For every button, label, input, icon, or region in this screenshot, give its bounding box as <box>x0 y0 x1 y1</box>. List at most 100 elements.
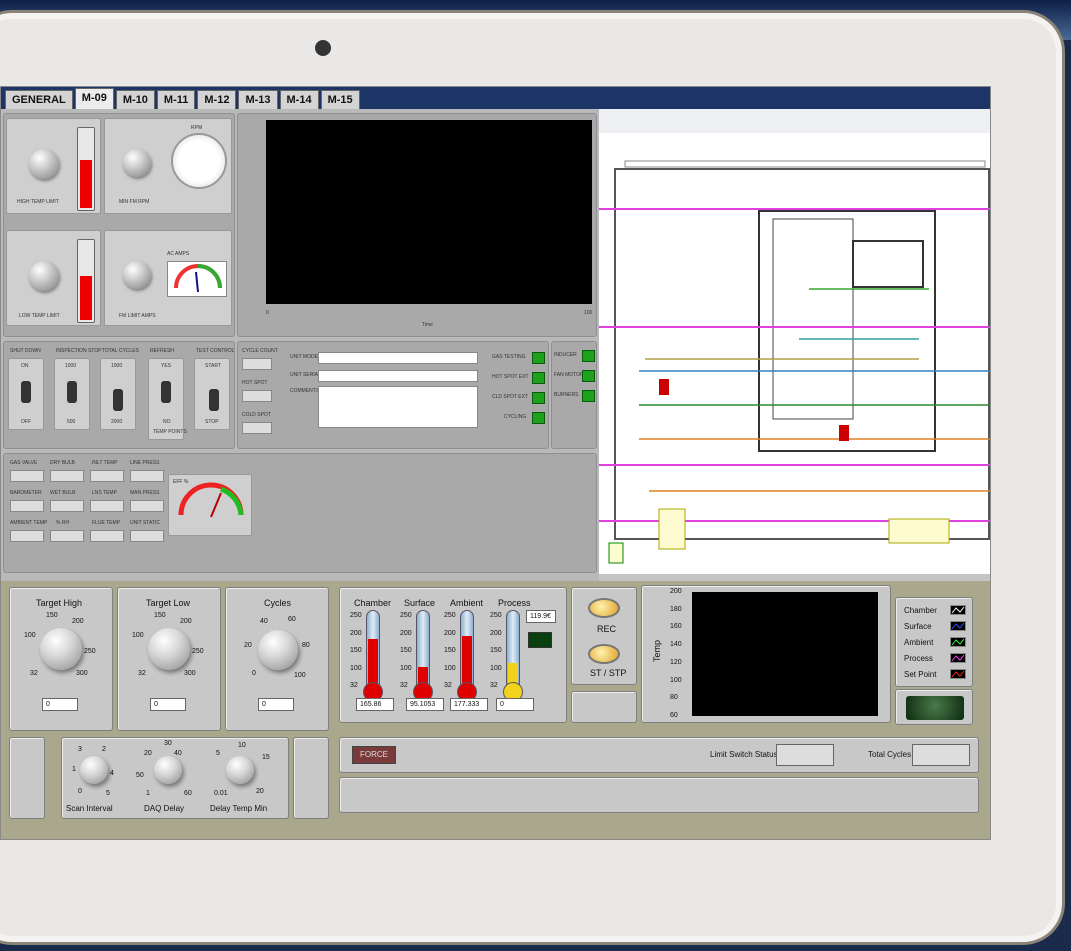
min-fm-rpm-knob[interactable] <box>123 149 151 177</box>
therm-scale-label: 200 <box>490 629 502 637</box>
dry-bulb-field <box>50 470 84 482</box>
switch-top-1: ON <box>21 363 29 369</box>
inspection-stop-switch[interactable] <box>67 381 77 403</box>
tab-m09[interactable]: M-09 <box>74 88 114 109</box>
unit-model-input[interactable] <box>318 352 478 364</box>
temp-points-label: TEMP POINTS <box>153 429 187 435</box>
tab-general[interactable]: GENERAL <box>5 90 73 109</box>
legend-process-swatch[interactable] <box>950 653 966 663</box>
man-press-label: MAN PRESS <box>130 490 160 496</box>
cycling-led <box>532 412 545 424</box>
cld-spot-ext-led <box>532 392 545 404</box>
burners-led <box>582 390 595 402</box>
wet-bulb-label: WET BULB <box>50 490 76 496</box>
legend-process-label: Process <box>904 654 933 663</box>
low-temp-limit-knob[interactable] <box>29 261 59 291</box>
line-press-field <box>130 470 164 482</box>
thermometers-panel: Chamber Surface Ambient Process 250 200 15… <box>339 587 567 723</box>
unit-serial-input[interactable] <box>318 370 478 382</box>
temp-axis-tick: 100 <box>670 676 682 684</box>
delay-temp-knob[interactable] <box>226 756 254 784</box>
tab-m15[interactable]: M-15 <box>320 90 360 109</box>
target-low-knob[interactable] <box>148 628 190 670</box>
lns-temp-label: LNS TEMP <box>92 490 117 496</box>
temp-chart-plot <box>692 592 878 716</box>
delay-temp-e: 20 <box>256 788 264 795</box>
thermometer-value: 95.1053 <box>406 698 444 711</box>
target-high-s5: 300 <box>76 670 88 677</box>
rec-label: REC <box>597 624 617 634</box>
high-temp-limit-knob[interactable] <box>29 149 59 179</box>
hot-spot-field <box>242 390 272 402</box>
comments-input[interactable] <box>318 386 478 428</box>
status-lamp-panel <box>895 689 973 725</box>
target-high-knob[interactable] <box>40 628 82 670</box>
daq-delay-knob[interactable] <box>154 756 182 784</box>
refresh-switch[interactable] <box>161 381 171 403</box>
therm-scale-label: 32 <box>490 682 498 689</box>
legend-setpoint-label: Set Point <box>904 670 937 679</box>
blank-panel <box>571 691 637 723</box>
switch-box-5: START STOP <box>194 358 230 430</box>
graph-xlabel: Time <box>422 322 433 328</box>
daq-delay-a: 1 <box>146 790 150 797</box>
side-panel-left <box>9 737 45 819</box>
scan-interval-b: 1 <box>72 766 76 773</box>
rpm-gauge <box>171 133 227 189</box>
low-temp-thermometer <box>77 239 95 323</box>
thermometer-value: 0 <box>496 698 534 711</box>
therm-scale-label: 250 <box>350 612 362 619</box>
graph-x1: 100 <box>584 310 593 316</box>
cycles-knob[interactable] <box>258 630 298 670</box>
rec-button[interactable] <box>588 598 620 618</box>
min-fm-rpm-label: MIN FM RPM <box>119 199 150 205</box>
total-cycles-switch[interactable] <box>113 389 123 411</box>
legend-setpoint-swatch[interactable] <box>950 669 966 679</box>
cycles-s1: 20 <box>244 642 252 649</box>
test-control-switch[interactable] <box>209 389 219 411</box>
cycles-value[interactable]: 0 <box>258 698 294 711</box>
tab-bar: GENERAL M-09 M-10 M-11 M-12 M-13 M-14 M-… <box>1 87 990 109</box>
start-stop-button[interactable] <box>588 644 620 664</box>
thermometer-tube <box>460 610 474 690</box>
target-high-value[interactable]: 0 <box>42 698 78 711</box>
delay-temp-a: 0.01 <box>214 790 228 797</box>
legend-chamber-swatch[interactable] <box>950 605 966 615</box>
shut-down-switch[interactable] <box>21 381 31 403</box>
tab-m10[interactable]: M-10 <box>115 90 155 109</box>
line-press-label: LINE PRESS <box>130 460 160 466</box>
scan-interval-d: 3 <box>78 746 82 753</box>
hot-spot-label: HOT SPOT <box>242 380 268 386</box>
daq-delay-b: 20 <box>144 750 152 757</box>
efficiency-meter: EFF % <box>168 474 252 536</box>
daq-delay-d: 40 <box>174 750 182 757</box>
fm-limit-amps-knob[interactable] <box>123 261 151 289</box>
tab-m12[interactable]: M-12 <box>197 90 237 109</box>
dry-bulb-label: DRY BULB <box>50 460 75 466</box>
hot-spot-ext-label: HOT SPOT EXT <box>492 374 529 380</box>
thermometer-tube <box>366 610 380 690</box>
delay-temp-title: Delay Temp Min <box>210 804 268 813</box>
scan-interval-knob[interactable] <box>80 756 108 784</box>
force-button[interactable]: FORCE <box>352 746 396 764</box>
chart-legend: Chamber Surface Ambient Process Set Poin… <box>895 597 973 687</box>
tab-m14[interactable]: M-14 <box>279 90 319 109</box>
legend-ambient-swatch[interactable] <box>950 637 966 647</box>
therm-scale-label: 100 <box>444 664 456 672</box>
target-low-s1: 100 <box>132 632 144 639</box>
barometer-field <box>10 500 44 512</box>
therm-scale-label: 200 <box>400 629 412 637</box>
switch-title-1: SHUT DOWN <box>10 348 41 354</box>
block-diagram-window <box>599 109 990 574</box>
tab-m13[interactable]: M-13 <box>238 90 278 109</box>
tab-m11[interactable]: M-11 <box>156 90 196 109</box>
delay-temp-d: 15 <box>262 754 270 761</box>
legend-surface-swatch[interactable] <box>950 621 966 631</box>
thermometer-tube <box>506 610 520 690</box>
fan-motor-label: FAN MOTOR <box>554 372 584 378</box>
cycles-panel: Cycles 40 60 20 80 0 100 0 <box>225 587 329 731</box>
temp-axis-tick: 80 <box>670 694 678 702</box>
target-high-s3: 200 <box>72 618 84 625</box>
gas-valve-label: GAS VALVE <box>10 460 38 466</box>
target-low-value[interactable]: 0 <box>150 698 186 711</box>
